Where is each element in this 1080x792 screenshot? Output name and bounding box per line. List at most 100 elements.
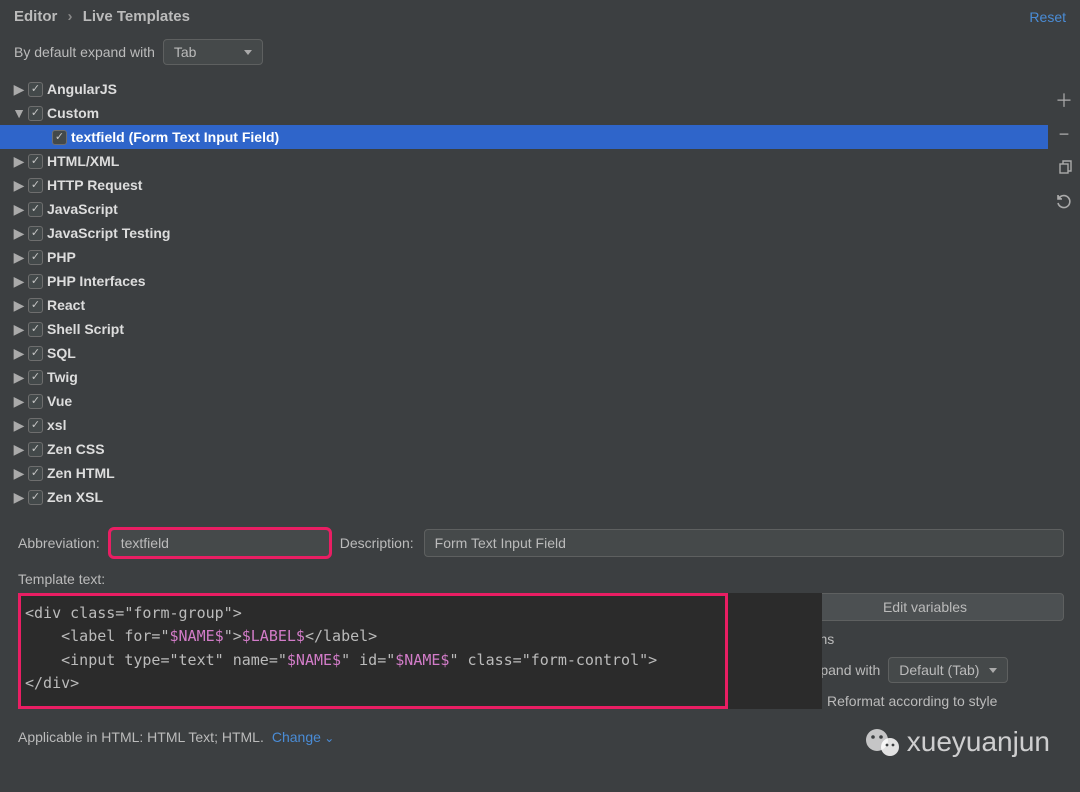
options-title: Options: [786, 631, 1064, 647]
tree-item[interactable]: ▶SQL: [0, 341, 1048, 365]
revert-button[interactable]: [1053, 191, 1075, 213]
chevron-right-icon[interactable]: ▶: [14, 489, 24, 506]
tree-item[interactable]: ▶ AngularJS: [0, 77, 1048, 101]
tree-item[interactable]: ▼ Custom: [0, 101, 1048, 125]
template-tree[interactable]: ▶ AngularJS ▼ Custom textfield (Form Text I…: [0, 75, 1048, 515]
chevron-right-icon[interactable]: ▶: [14, 177, 24, 194]
tree-item-label: JavaScript: [47, 201, 118, 217]
expand-with-select[interactable]: Tab: [163, 39, 263, 65]
tree-item[interactable]: ▶ HTML/XML: [0, 149, 1048, 173]
tree-item-label: Custom: [47, 105, 99, 121]
tree-item-checkbox[interactable]: [28, 466, 43, 481]
chevron-right-icon[interactable]: ▶: [14, 201, 24, 218]
expand-with-value: Tab: [174, 44, 197, 60]
tree-item[interactable]: ▶ PHP: [0, 245, 1048, 269]
tree-item-label: Twig: [47, 369, 78, 385]
tree-item[interactable]: ▶ JavaScript: [0, 197, 1048, 221]
abbreviation-label: Abbreviation:: [18, 535, 100, 551]
tree-item-label: Zen CSS: [47, 441, 105, 457]
chevron-right-icon[interactable]: ▶: [14, 81, 24, 98]
tree-item[interactable]: textfield (Form Text Input Field): [0, 125, 1048, 149]
tree-item-label: PHP: [47, 249, 76, 265]
breadcrumb-page: Live Templates: [83, 8, 190, 25]
tree-item[interactable]: ▶ Zen XSL: [0, 485, 1048, 509]
expand-with-option-value: Default (Tab): [899, 662, 979, 678]
tree-item-label: Shell Script: [47, 321, 124, 337]
tree-item-checkbox[interactable]: [28, 490, 43, 505]
chevron-right-icon[interactable]: ▶: [14, 225, 24, 242]
minus-icon: −: [1059, 124, 1070, 145]
tree-item-checkbox[interactable]: [28, 250, 43, 265]
tree-item-checkbox[interactable]: [28, 178, 43, 193]
change-link[interactable]: Change: [272, 729, 334, 745]
plus-icon: ＋: [1055, 87, 1073, 113]
tree-item-checkbox[interactable]: [28, 106, 43, 121]
revert-icon: [1055, 193, 1073, 211]
tree-item-label: Vue: [47, 393, 72, 409]
tree-item[interactable]: ▶ Shell Script: [0, 317, 1048, 341]
duplicate-button[interactable]: [1053, 157, 1075, 179]
chevron-right-icon[interactable]: ▶: [14, 441, 24, 458]
tree-item-checkbox[interactable]: [28, 298, 43, 313]
tree-item-checkbox[interactable]: [28, 442, 43, 457]
tree-item-checkbox[interactable]: [28, 322, 43, 337]
chevron-right-icon[interactable]: ▶: [14, 273, 24, 290]
tree-item[interactable]: ▶JavaScript Testing: [0, 221, 1048, 245]
chevron-right-icon[interactable]: ▶: [14, 297, 24, 314]
tree-item-checkbox[interactable]: [28, 202, 43, 217]
breadcrumb-separator: ›: [68, 8, 73, 25]
tree-item-label: AngularJS: [47, 81, 117, 97]
tree-item-checkbox[interactable]: [28, 394, 43, 409]
chevron-right-icon[interactable]: ▶: [14, 153, 24, 170]
tree-item-label: PHP Interfaces: [47, 273, 146, 289]
tree-item-checkbox[interactable]: [28, 226, 43, 241]
tree-item-checkbox[interactable]: [28, 418, 43, 433]
template-text-editor[interactable]: <div class="form-group"> <label for="$NA…: [18, 593, 728, 709]
tree-item-label: HTTP Request: [47, 177, 142, 193]
tree-item[interactable]: ▶ React: [0, 293, 1048, 317]
duplicate-icon: [1056, 160, 1072, 176]
code-bg-extend: [728, 593, 822, 709]
tree-item-label: textfield (Form Text Input Field): [71, 129, 279, 145]
chevron-right-icon[interactable]: [38, 129, 48, 145]
tree-item-label: xsl: [47, 417, 66, 433]
breadcrumb-parent[interactable]: Editor: [14, 8, 57, 25]
edit-variables-button[interactable]: Edit variables: [786, 593, 1064, 621]
applicable-text: Applicable in HTML: HTML Text; HTML.: [18, 729, 264, 745]
description-input[interactable]: [424, 529, 1064, 557]
chevron-right-icon[interactable]: ▶: [14, 393, 24, 410]
tree-item[interactable]: ▶ PHP Interfaces: [0, 269, 1048, 293]
tree-item-label: Zen XSL: [47, 489, 103, 505]
reset-link[interactable]: Reset: [1029, 9, 1066, 25]
tree-item-label: React: [47, 297, 85, 313]
tree-item-checkbox[interactable]: [28, 370, 43, 385]
chevron-right-icon[interactable]: ▶: [14, 321, 24, 338]
remove-button[interactable]: −: [1053, 123, 1075, 145]
expand-with-label: By default expand with: [14, 44, 155, 60]
abbreviation-input[interactable]: [110, 529, 330, 557]
chevron-right-icon[interactable]: ▶: [14, 345, 24, 362]
chevron-right-icon[interactable]: ▶: [14, 249, 24, 266]
tree-item-label: HTML/XML: [47, 153, 119, 169]
tree-item-checkbox[interactable]: [28, 346, 43, 361]
template-text-label: Template text:: [18, 571, 1064, 587]
reformat-label: Reformat according to style: [827, 693, 997, 709]
chevron-down-icon[interactable]: ▼: [14, 105, 24, 121]
tree-item[interactable]: ▶ HTTP Request: [0, 173, 1048, 197]
tree-item[interactable]: ▶ Vue: [0, 389, 1048, 413]
tree-item-checkbox[interactable]: [28, 154, 43, 169]
add-button[interactable]: ＋: [1053, 89, 1075, 111]
expand-with-option-select[interactable]: Default (Tab): [888, 657, 1008, 683]
tree-item-checkbox[interactable]: [28, 274, 43, 289]
chevron-right-icon[interactable]: ▶: [14, 465, 24, 482]
tree-item-checkbox[interactable]: [52, 130, 67, 145]
tree-item[interactable]: ▶ Twig: [0, 365, 1048, 389]
tree-item[interactable]: ▶Zen HTML: [0, 461, 1048, 485]
chevron-right-icon[interactable]: ▶: [14, 369, 24, 386]
side-toolbar: ＋ −: [1048, 75, 1080, 515]
tree-item-checkbox[interactable]: [28, 82, 43, 97]
tree-item[interactable]: ▶ xsl: [0, 413, 1048, 437]
tree-item[interactable]: ▶ Zen CSS: [0, 437, 1048, 461]
chevron-right-icon[interactable]: ▶: [14, 417, 24, 434]
description-label: Description:: [340, 535, 414, 551]
